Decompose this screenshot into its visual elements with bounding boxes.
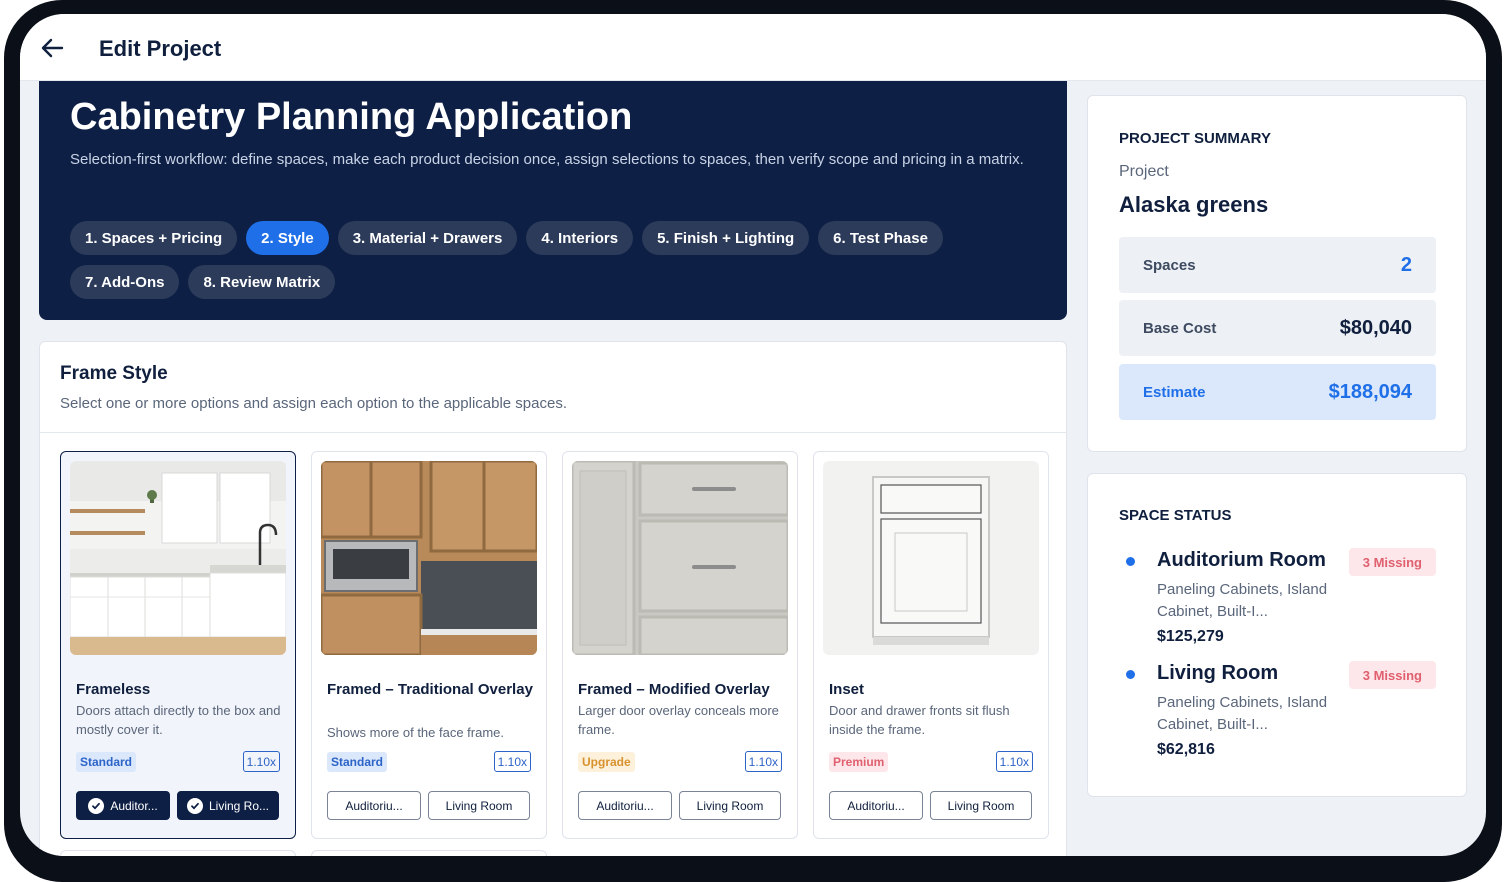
assign-space-living-room[interactable]: Living Room [930,791,1032,820]
assign-space-auditorium[interactable]: Auditoriu... [578,791,672,820]
space-label: Living Room [696,798,764,813]
frameless-kitchen-image [70,461,286,655]
option-card-frameless[interactable]: Frameless Doors attach directly to the b… [60,451,296,839]
app-title: Cabinetry Planning Application [70,96,633,138]
option-card-next[interactable] [60,850,296,856]
app-subtitle: Selection-first workflow: define spaces,… [70,151,1024,168]
missing-badge: 3 Missing [1348,661,1436,689]
framed-modified-image [572,461,788,655]
step-tab-interiors[interactable]: 4. Interiors [526,221,634,255]
space-label: Auditoriu... [847,798,905,813]
tier-badge: Standard [327,752,388,772]
step-tab-spaces-pricing[interactable]: 1. Spaces + Pricing [70,221,238,255]
spaces-stat: Spaces 2 [1119,237,1436,293]
check-icon [186,797,203,814]
section-title: Frame Style [60,363,168,384]
option-description: Larger door overlay conceals more frame. [578,703,779,737]
assign-space-living-room[interactable]: Living Room [428,791,530,820]
assign-space-living-room[interactable]: Living Ro... [177,791,279,820]
tablet-frame: Edit Project Cabinetry Planning Applicat… [4,0,1502,882]
option-name: Inset [829,681,865,698]
option-name: Frameless [76,681,151,698]
project-name: Alaska greens [1119,192,1269,217]
space-detail: Paneling Cabinets, Island Cabinet, Built… [1157,581,1328,620]
option-card-inset[interactable]: Inset Door and drawer fronts sit flush i… [813,451,1049,839]
stat-label: Spaces [1143,256,1196,274]
stat-value[interactable]: 2 [1401,254,1412,277]
multiplier-badge: 1.10x [995,751,1033,772]
tier-badge: Upgrade [578,752,635,772]
option-card-framed-traditional[interactable]: Framed – Traditional Overlay Shows more … [311,451,547,839]
space-label: Auditoriu... [345,798,403,813]
space-label: Living Ro... [208,798,270,813]
summary-heading: PROJECT SUMMARY [1119,130,1271,147]
stat-label: Estimate [1143,383,1206,401]
top-bar: Edit Project [20,14,1486,81]
step-tab-finish-lighting[interactable]: 5. Finish + Lighting [642,221,810,255]
status-dot-icon [1126,557,1135,566]
space-status-card: SPACE STATUS Auditorium Room 3 Missing P… [1087,473,1467,797]
space-detail: Paneling Cabinets, Island Cabinet, Built… [1157,694,1328,733]
step-tab-add-ons[interactable]: 7. Add-Ons [70,265,180,299]
section-subtitle: Select one or more options and assign ea… [60,395,567,412]
framed-traditional-image [321,461,537,655]
option-name: Framed – Modified Overlay [578,681,770,698]
frame-style-panel: Frame Style Select one or more options a… [39,341,1067,856]
space-name: Living Room [1157,662,1279,684]
step-tab-style[interactable]: 2. Style [246,221,329,255]
space-cost: $125,279 [1157,628,1224,645]
step-tab-test-phase[interactable]: 6. Test Phase [818,221,943,255]
missing-badge: 3 Missing [1348,548,1436,576]
assign-space-auditorium[interactable]: Auditoriu... [829,791,923,820]
project-label: Project [1119,163,1169,180]
assign-space-auditorium[interactable]: Auditoriu... [327,791,421,820]
option-description: Door and drawer fronts sit flush inside … [829,703,1010,737]
space-cost: $62,816 [1157,741,1215,758]
inset-cabinet-image [823,461,1039,655]
page-title: Edit Project [99,36,222,61]
space-label: Auditor... [110,798,158,813]
divider [40,432,1066,433]
space-label: Living Room [947,798,1015,813]
multiplier-badge: 1.10x [744,751,782,772]
space-name: Auditorium Room [1157,549,1326,571]
step-nav: 1. Spaces + Pricing 2. Style 3. Material… [70,221,1030,299]
space-label: Auditoriu... [596,798,654,813]
tier-badge: Premium [829,752,889,772]
option-description: Doors attach directly to the box and mos… [76,703,281,737]
tier-badge: Standard [76,752,137,772]
app-screen: Edit Project Cabinetry Planning Applicat… [20,14,1486,856]
multiplier-badge: 1.10x [242,751,280,772]
option-name: Framed – Traditional Overlay [327,681,533,698]
status-heading: SPACE STATUS [1119,507,1232,524]
stat-value: $188,094 [1328,380,1412,403]
stat-label: Base Cost [1143,319,1217,337]
project-summary-card: PROJECT SUMMARY Project Alaska greens Sp… [1087,95,1467,452]
option-description: Shows more of the face frame. [327,725,505,740]
base-cost-stat: Base Cost $80,040 [1119,300,1436,356]
status-dot-icon [1126,670,1135,679]
space-status-item[interactable]: Auditorium Room 3 Missing Paneling Cabin… [1119,548,1439,654]
multiplier-badge: 1.10x [493,751,531,772]
step-tab-review-matrix[interactable]: 8. Review Matrix [188,265,336,299]
arrow-left-icon[interactable] [38,34,66,62]
option-card-framed-modified[interactable]: Framed – Modified Overlay Larger door ov… [562,451,798,839]
space-status-item[interactable]: Living Room 3 Missing Paneling Cabinets,… [1119,661,1439,767]
step-tab-material-drawers[interactable]: 3. Material + Drawers [337,221,518,255]
check-icon [88,797,105,814]
estimate-stat: Estimate $188,094 [1119,364,1436,420]
stat-value: $80,040 [1339,316,1412,339]
assign-space-living-room[interactable]: Living Room [679,791,781,820]
assign-space-auditorium[interactable]: Auditor... [76,791,170,820]
option-card-next[interactable] [311,850,547,856]
hero-banner: Cabinetry Planning Application Selection… [39,81,1067,320]
space-label: Living Room [445,798,513,813]
